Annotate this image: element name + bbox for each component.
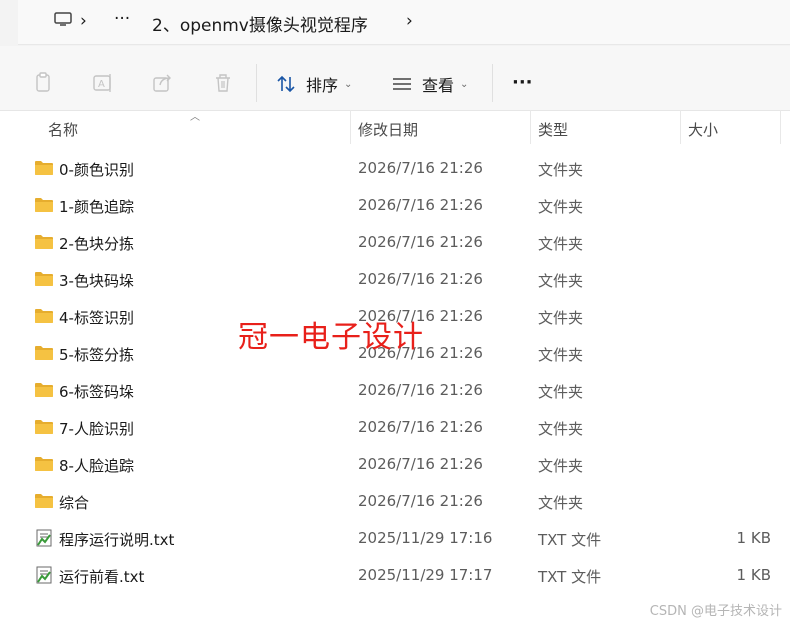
toolbar-divider <box>256 64 257 102</box>
folder-icon <box>34 270 54 288</box>
folder-icon <box>34 233 54 251</box>
column-type[interactable]: 类型 <box>538 119 568 140</box>
file-type: 文件夹 <box>538 420 584 438</box>
file-date-modified: 2026/7/16 21:26 <box>358 270 483 288</box>
sort-ascending-icon: ︿ <box>190 112 200 123</box>
sort-label: 排序 <box>306 76 339 95</box>
column-size[interactable]: 大小 <box>688 119 718 140</box>
view-list-icon <box>393 78 411 90</box>
command-bar: A 排序 ⌄ 查看 ⌄ ··· <box>0 46 790 111</box>
file-date-modified: 2025/11/29 17:16 <box>358 529 493 547</box>
file-size: 1 KB <box>736 529 771 547</box>
folder-icon <box>34 307 54 325</box>
file-type: 文件夹 <box>538 272 584 290</box>
file-row[interactable]: 8-人脸追踪 2026/7/16 21:26 文件夹 <box>0 446 790 483</box>
column-divider[interactable] <box>530 110 531 144</box>
file-date-modified: 2025/11/29 17:17 <box>358 566 493 584</box>
file-type: 文件夹 <box>538 161 584 179</box>
file-size: 1 KB <box>736 566 771 584</box>
file-name: 3-色块码垛 <box>59 272 134 290</box>
file-date-modified: 2026/7/16 21:26 <box>358 196 483 214</box>
svg-text:A: A <box>98 79 105 90</box>
folder-icon <box>34 455 54 473</box>
file-row[interactable]: 运行前看.txt 2025/11/29 17:17 TXT 文件 1 KB <box>0 557 790 594</box>
file-type: TXT 文件 <box>538 568 602 586</box>
chevron-down-icon: ⌄ <box>344 78 353 90</box>
file-name: 5-标签分拣 <box>59 346 134 364</box>
file-date-modified: 2026/7/16 21:26 <box>358 492 483 510</box>
file-type: 文件夹 <box>538 309 584 327</box>
folder-icon <box>34 492 54 510</box>
column-divider[interactable] <box>680 110 681 144</box>
file-type: 文件夹 <box>538 346 584 364</box>
file-type: 文件夹 <box>538 494 584 512</box>
breadcrumb <box>18 0 790 45</box>
file-type: 文件夹 <box>538 457 584 475</box>
copy-icon[interactable] <box>32 72 54 94</box>
folder-icon <box>34 196 54 214</box>
file-row[interactable]: 3-色块码垛 2026/7/16 21:26 文件夹 <box>0 261 790 298</box>
text-file-icon <box>34 529 54 547</box>
file-type: 文件夹 <box>538 383 584 401</box>
file-name: 运行前看.txt <box>59 568 145 586</box>
folder-icon <box>34 418 54 436</box>
file-name: 1-颜色追踪 <box>59 198 134 216</box>
file-date-modified: 2026/7/16 21:26 <box>358 418 483 436</box>
text-file-icon <box>34 566 54 584</box>
chevron-down-icon: ⌄ <box>460 78 469 90</box>
toolbar-divider <box>492 64 493 102</box>
file-type: TXT 文件 <box>538 531 602 549</box>
file-date-modified: 2026/7/16 21:26 <box>358 381 483 399</box>
file-name: 7-人脸识别 <box>59 420 134 438</box>
address-bar: › ··· 2、openmv摄像头视觉程序 › <box>0 0 790 46</box>
view-label: 查看 <box>422 76 455 95</box>
file-row[interactable]: 7-人脸识别 2026/7/16 21:26 文件夹 <box>0 409 790 446</box>
file-name: 4-标签识别 <box>59 309 134 327</box>
folder-icon <box>34 159 54 177</box>
column-name[interactable]: 名称 <box>48 119 78 140</box>
csdn-watermark: CSDN @电子技术设计 <box>649 604 782 619</box>
file-row[interactable]: 6-标签码垛 2026/7/16 21:26 文件夹 <box>0 372 790 409</box>
file-date-modified: 2026/7/16 21:26 <box>358 455 483 473</box>
folder-icon <box>34 381 54 399</box>
rename-icon[interactable]: A <box>92 72 114 94</box>
watermark-text: 冠一电子设计 <box>238 320 424 355</box>
delete-icon[interactable] <box>212 72 234 94</box>
sort-icon <box>277 75 295 93</box>
sort-button[interactable]: 排序 ⌄ <box>276 73 352 95</box>
file-name: 6-标签码垛 <box>59 383 134 401</box>
file-row[interactable]: 1-颜色追踪 2026/7/16 21:26 文件夹 <box>0 187 790 224</box>
file-type: 文件夹 <box>538 235 584 253</box>
column-date-modified[interactable]: 修改日期 <box>358 119 418 140</box>
folder-icon <box>34 344 54 362</box>
breadcrumb-current-folder[interactable]: 2、openmv摄像头视觉程序 <box>152 11 368 36</box>
file-date-modified: 2026/7/16 21:26 <box>358 233 483 251</box>
file-name: 综合 <box>59 494 90 512</box>
file-name: 0-颜色识别 <box>59 161 134 179</box>
share-icon[interactable] <box>152 72 174 94</box>
file-row[interactable]: 2-色块分拣 2026/7/16 21:26 文件夹 <box>0 224 790 261</box>
file-type: 文件夹 <box>538 198 584 216</box>
file-row[interactable]: 程序运行说明.txt 2025/11/29 17:16 TXT 文件 1 KB <box>0 520 790 557</box>
breadcrumb-more[interactable]: ··· <box>114 9 130 29</box>
column-header: ︿ 名称 修改日期 类型 大小 <box>0 110 790 146</box>
file-name: 程序运行说明.txt <box>59 531 175 549</box>
file-row[interactable]: 0-颜色识别 2026/7/16 21:26 文件夹 <box>0 150 790 187</box>
computer-icon[interactable] <box>54 12 72 26</box>
chevron-right-icon[interactable]: › <box>406 11 413 31</box>
column-divider[interactable] <box>350 110 351 144</box>
column-divider[interactable] <box>780 110 781 144</box>
file-date-modified: 2026/7/16 21:26 <box>358 159 483 177</box>
file-row[interactable]: 综合 2026/7/16 21:26 文件夹 <box>0 483 790 520</box>
see-more-button[interactable]: ··· <box>512 71 533 93</box>
view-button[interactable]: 查看 ⌄ <box>392 73 468 95</box>
file-name: 8-人脸追踪 <box>59 457 134 475</box>
chevron-right-icon[interactable]: › <box>80 11 87 31</box>
file-name: 2-色块分拣 <box>59 235 134 253</box>
